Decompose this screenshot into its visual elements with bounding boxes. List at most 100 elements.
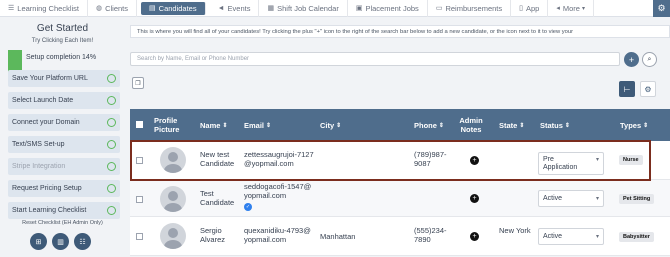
book-icon[interactable]: ▥: [52, 233, 69, 250]
add-candidate-button[interactable]: +: [624, 52, 639, 67]
candidate-name[interactable]: Test Candidate: [200, 189, 242, 208]
candidate-name[interactable]: Sergio Alvarez: [200, 226, 242, 245]
reset-checklist-link[interactable]: Reset Checklist (EH Admin Only): [0, 220, 125, 226]
candidate-email-cell: seddogacofi-1547@yopmail.com ✓: [244, 182, 314, 211]
plus-icon: +: [472, 195, 477, 202]
calendar-icon: ▦: [267, 5, 275, 12]
status-circle-icon: [107, 74, 116, 83]
table-settings-button[interactable]: ⚙: [640, 81, 656, 97]
add-note-button[interactable]: +: [470, 232, 479, 241]
step-connect-domain[interactable]: Connect your Domain: [8, 114, 120, 131]
chevron-down-icon: ▾: [595, 196, 599, 202]
list-icon: ☰: [8, 5, 15, 12]
gear-icon: ⚙: [644, 84, 652, 94]
header-types[interactable]: Types ⇕: [620, 109, 648, 141]
settings-gear-button[interactable]: ⚙: [653, 0, 670, 17]
phone-icon: ▯: [519, 5, 523, 12]
org-chart-icon[interactable]: ⊞: [30, 233, 47, 250]
candidate-email: seddogacofi-1547@yopmail.com: [244, 182, 312, 201]
sidebar-title: Get Started: [36, 23, 89, 34]
sidebar-subtitle: Try Clicking Each Item!: [31, 38, 94, 44]
receipt-icon: ▭: [435, 5, 443, 12]
chevron-down-icon: ▾: [595, 234, 599, 240]
step-text-sms-setup[interactable]: Text/SMS Set-up: [8, 136, 120, 153]
sort-icon: ⇕: [222, 122, 228, 129]
header-phone[interactable]: Phone ⇕: [414, 109, 444, 141]
copy-button[interactable]: ❐: [132, 77, 144, 89]
plus-icon: +: [472, 157, 477, 164]
nav-candidates[interactable]: ▤ Candidates: [141, 1, 206, 15]
search-input[interactable]: Search by Name, Email or Phone Number: [130, 52, 620, 66]
sort-icon: ⇕: [519, 122, 525, 129]
avatar: [160, 186, 186, 212]
sort-icon: ⇕: [438, 122, 444, 129]
chevron-down-icon: ▾: [595, 157, 599, 163]
row-checkbox[interactable]: [136, 157, 143, 164]
add-note-button[interactable]: +: [470, 194, 479, 203]
status-select[interactable]: Active ▾: [538, 228, 604, 245]
sort-icon: ⇕: [266, 122, 272, 129]
avatar: [160, 147, 186, 173]
info-banner: This is where you will find all of your …: [130, 25, 670, 38]
status-circle-icon: [107, 162, 116, 171]
header-email[interactable]: Email ⇕: [244, 109, 271, 141]
table-row[interactable]: Sergio Alvarez quexanidiku-4793@yopmail.…: [130, 217, 670, 256]
sort-icon: ⇕: [336, 122, 342, 129]
status-circle-icon: [107, 140, 116, 149]
globe-icon: ◍: [95, 5, 103, 12]
row-checkbox[interactable]: [136, 233, 143, 240]
step-stripe-integration[interactable]: Stripe Integration: [8, 158, 120, 175]
hierarchy-filter-button[interactable]: ⊢: [619, 81, 635, 97]
candidate-email: quexanidiku-4793@yopmail.com: [244, 226, 311, 245]
candidate-email: zettessaugrujoi-7127@yopmail.com: [244, 150, 314, 169]
header-profile-picture: Profile Picture: [154, 116, 180, 134]
nav-reimbursements[interactable]: ▭ Reimbursements: [428, 0, 512, 17]
search-icon: ⌕: [647, 55, 652, 63]
sort-icon: ⇕: [564, 122, 570, 129]
sitemap-icon: ⊢: [623, 84, 631, 94]
table-header: Profile Picture Name ⇕ Email ⇕ City ⇕ Phone…: [130, 109, 670, 141]
candidate-state: New York: [499, 226, 531, 235]
status-select[interactable]: Active ▾: [538, 190, 604, 207]
candidate-city: Manhattan: [320, 232, 356, 241]
step-request-pricing-setup[interactable]: Request Pricing Setup: [8, 180, 120, 197]
avatar: [160, 223, 186, 249]
step-select-launch-date[interactable]: Select Launch Date: [8, 92, 120, 109]
type-badge: Nurse: [619, 155, 643, 165]
nav-learning-checklist[interactable]: ☰ Learning Checklist: [0, 0, 88, 17]
nav-events[interactable]: ◄ Events: [210, 0, 260, 17]
verified-check-icon: ✓: [244, 202, 252, 211]
header-name[interactable]: Name ⇕: [200, 109, 227, 141]
header-city[interactable]: City ⇕: [320, 109, 341, 141]
header-status[interactable]: Status ⇕: [540, 109, 570, 141]
add-note-button[interactable]: +: [470, 156, 479, 165]
select-all-checkbox[interactable]: [136, 121, 143, 128]
table-row[interactable]: New test Candidate zettessaugrujoi-7127@…: [130, 141, 670, 180]
nav-clients[interactable]: ◍ Clients: [88, 0, 138, 17]
briefcase-icon: ▣: [355, 5, 363, 12]
candidate-name[interactable]: New test Candidate: [200, 150, 242, 169]
copy-icon: ❐: [135, 80, 141, 87]
step-start-learning-checklist[interactable]: Start Learning Checklist: [8, 202, 120, 219]
header-admin-notes: Admin Notes: [459, 116, 483, 134]
plus-icon: +: [628, 54, 635, 65]
table-row[interactable]: Test Candidate seddogacofi-1547@yopmail.…: [130, 180, 670, 217]
type-badge: Babysitter: [619, 232, 654, 242]
row-checkbox[interactable]: [136, 196, 143, 203]
setup-progress: Setup completion 14%: [8, 50, 120, 64]
step-save-platform-url[interactable]: Save Your Platform URL: [8, 70, 120, 87]
nav-placement-jobs[interactable]: ▣ Placement Jobs: [348, 0, 428, 17]
status-select[interactable]: Pre Application ▾: [538, 152, 604, 175]
header-state[interactable]: State ⇕: [499, 109, 524, 141]
status-circle-icon: [107, 118, 116, 127]
checklist-icon[interactable]: ☷: [74, 233, 91, 250]
nav-app[interactable]: ▯ App: [511, 0, 549, 17]
gear-icon: ⚙: [657, 3, 666, 13]
sidebar-icon-row: ⊞ ▥ ☷: [30, 233, 91, 250]
nav-shift-job-calendar[interactable]: ▦ Shift Job Calendar: [259, 0, 348, 17]
get-started-sidebar: Get Started Try Clicking Each Item! Setu…: [0, 17, 125, 257]
nav-more[interactable]: ◂ More ▾: [548, 0, 594, 17]
status-circle-icon: [107, 184, 116, 193]
status-circle-icon: [107, 96, 116, 105]
search-button[interactable]: ⌕: [642, 52, 657, 67]
